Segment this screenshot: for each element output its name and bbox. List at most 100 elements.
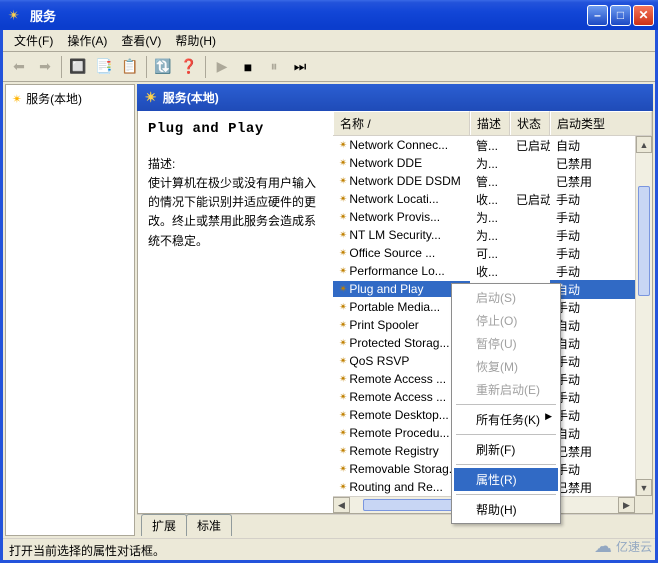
service-row[interactable]: ✴Network DDE为...已禁用 [333, 154, 652, 172]
stop-service-icon[interactable]: ■ [236, 55, 260, 79]
service-name: Remote Desktop... [349, 408, 448, 422]
col-startup[interactable]: 启动类型 [550, 111, 652, 135]
service-name: Remote Procedu... [349, 426, 449, 440]
service-row[interactable]: ✴Network Connec...管...已启动自动 [333, 136, 652, 154]
service-desc: 为... [470, 208, 510, 227]
column-headers: 名称 / 描述 状态 启动类型 [333, 111, 652, 136]
toolbar-refresh-icon[interactable]: 🔃 [151, 55, 175, 79]
ctx-resume[interactable]: 恢复(M) [454, 355, 558, 378]
service-name: Network DDE [349, 156, 422, 170]
ctx-all-tasks[interactable]: 所有任务(K) [454, 408, 558, 431]
watermark: ☁ 亿速云 [594, 536, 652, 557]
toolbar-view-icon[interactable]: 🔲 [66, 55, 90, 79]
service-row[interactable]: ✴NT LM Security...为...手动 [333, 226, 652, 244]
menubar: 文件(F) 操作(A) 查看(V) 帮助(H) [3, 30, 655, 52]
gear-icon: ✴ [339, 410, 347, 421]
service-row[interactable]: ✴Network DDE DSDM管...已禁用 [333, 172, 652, 190]
ctx-stop[interactable]: 停止(O) [454, 309, 558, 332]
service-row[interactable]: ✴Office Source ...可...手动 [333, 244, 652, 262]
service-status [510, 162, 550, 164]
ctx-pause[interactable]: 暂停(U) [454, 332, 558, 355]
forward-button[interactable]: ➡ [33, 55, 57, 79]
col-desc[interactable]: 描述 [470, 111, 510, 135]
service-name: Portable Media... [349, 300, 440, 314]
gear-icon: ✴ [339, 356, 347, 367]
service-name: Plug and Play [349, 282, 423, 296]
service-name: Remote Registry [349, 444, 438, 458]
service-desc: 为... [470, 226, 510, 245]
ctx-start[interactable]: 启动(S) [454, 286, 558, 309]
tab-standard[interactable]: 标准 [186, 514, 232, 536]
service-desc: 为... [470, 154, 510, 173]
scroll-left-icon[interactable]: ◀ [333, 497, 350, 513]
panel-header: ✴ 服务(本地) [137, 84, 653, 111]
vertical-scrollbar[interactable]: ▲ ▼ [635, 136, 652, 496]
back-button[interactable]: ⬅ [7, 55, 31, 79]
service-row[interactable]: ✴Performance Lo...收...手动 [333, 262, 652, 280]
toolbar-help-icon[interactable]: ❓ [177, 55, 201, 79]
service-name: NT LM Security... [349, 228, 441, 242]
col-status[interactable]: 状态 [510, 111, 550, 135]
gear-icon: ✴ [339, 428, 347, 439]
service-name: Network Provis... [349, 210, 440, 224]
scroll-down-icon[interactable]: ▼ [636, 479, 652, 496]
maximize-button[interactable]: □ [610, 5, 631, 26]
gear-icon: ✴ [339, 464, 347, 475]
ctx-separator [456, 494, 556, 495]
minimize-button[interactable]: – [587, 5, 608, 26]
service-name: Network Locati... [349, 192, 438, 206]
gear-icon: ✴ [339, 284, 347, 295]
menu-view[interactable]: 查看(V) [114, 30, 168, 51]
close-button[interactable]: ✕ [633, 5, 654, 26]
gear-icon: ✴ [339, 140, 347, 151]
tabs-strip: 扩展 标准 [137, 514, 653, 536]
titlebar: ✴ 服务 – □ ✕ [0, 0, 658, 30]
service-name: Network DDE DSDM [349, 174, 460, 188]
service-status [510, 270, 550, 272]
service-name: Removable Storag... [349, 462, 458, 476]
service-row[interactable]: ✴Network Locati...收...已启动手动 [333, 190, 652, 208]
service-name: Network Connec... [349, 138, 448, 152]
gear-icon: ✴ [339, 392, 347, 403]
menu-file[interactable]: 文件(F) [7, 30, 60, 51]
start-service-icon[interactable]: ▶ [210, 55, 234, 79]
service-status [510, 252, 550, 254]
gear-icon: ✴ [339, 176, 347, 187]
tree-pane: ✴ 服务(本地) [5, 84, 135, 536]
col-name[interactable]: 名称 / [333, 111, 470, 135]
service-status: 已启动 [510, 190, 550, 209]
toolbar-properties-icon[interactable]: 📑 [92, 55, 116, 79]
service-status [510, 180, 550, 182]
service-status [510, 234, 550, 236]
service-name: Performance Lo... [349, 264, 444, 278]
service-desc: 可... [470, 244, 510, 263]
scroll-right-icon[interactable]: ▶ [618, 497, 635, 513]
toolbar-export-icon[interactable]: 📋 [118, 55, 142, 79]
ctx-properties[interactable]: 属性(R) [454, 468, 558, 491]
scroll-up-icon[interactable]: ▲ [636, 136, 652, 153]
description-label: 描述: [148, 155, 323, 172]
service-name: Print Spooler [349, 318, 418, 332]
menu-action[interactable]: 操作(A) [60, 30, 114, 51]
service-name: Routing and Re... [349, 480, 442, 494]
pause-service-icon[interactable]: ⏸ [262, 55, 286, 79]
app-icon: ✴ [8, 7, 24, 23]
tree-root-label: 服务(本地) [26, 90, 82, 107]
menu-help[interactable]: 帮助(H) [168, 30, 223, 51]
tree-root[interactable]: ✴ 服务(本地) [10, 89, 130, 108]
gear-icon: ✴ [339, 446, 347, 457]
scroll-thumb[interactable] [638, 186, 650, 296]
ctx-refresh[interactable]: 刷新(F) [454, 438, 558, 461]
ctx-help[interactable]: 帮助(H) [454, 498, 558, 521]
service-row[interactable]: ✴Network Provis...为...手动 [333, 208, 652, 226]
service-status: 已启动 [510, 136, 550, 155]
cloud-icon: ☁ [594, 536, 612, 557]
restart-service-icon[interactable]: ⏭ [288, 55, 312, 79]
tab-extended[interactable]: 扩展 [141, 514, 187, 536]
gear-icon: ✴ [339, 266, 347, 277]
gear-icon: ✴ [339, 374, 347, 385]
ctx-restart[interactable]: 重新启动(E) [454, 378, 558, 401]
ctx-separator [456, 404, 556, 405]
gear-icon: ✴ [339, 230, 347, 241]
service-name: Remote Access ... [349, 390, 446, 404]
